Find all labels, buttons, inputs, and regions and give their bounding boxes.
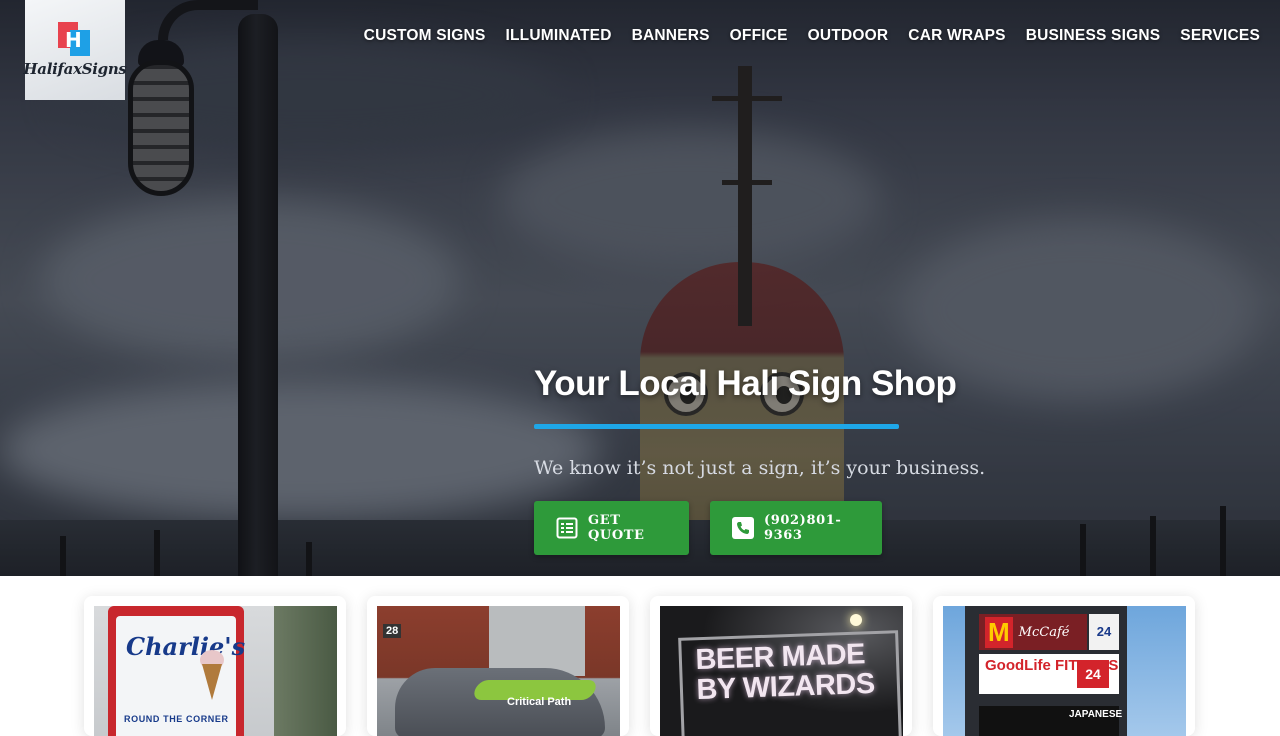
product-cards: Charlie's ROUND THE CORNER 28 Critical P… xyxy=(84,596,1195,736)
phone-icon xyxy=(732,517,754,539)
product-card[interactable]: Charlie's ROUND THE CORNER xyxy=(84,596,346,736)
product-card[interactable]: M McCafé 24 GoodLife FITNESS 24 JAPANESE xyxy=(933,596,1195,736)
site-logo[interactable]: H HalifaxSigns xyxy=(23,0,127,100)
product-card[interactable]: BEER MADE BY WIZARDS xyxy=(650,596,912,736)
get-quote-button[interactable]: GET QUOTE xyxy=(534,501,689,555)
card-sign-subtext: 24 xyxy=(1077,660,1109,688)
card-sign-text: Critical Path xyxy=(507,696,572,708)
card-image-pylon-sign: M McCafé 24 GoodLife FITNESS 24 JAPANESE xyxy=(943,606,1186,736)
nav-item-banners[interactable]: BANNERS xyxy=(632,27,710,45)
nav-item-outdoor[interactable]: OUTDOOR xyxy=(808,27,889,45)
card-sign-subtext: ROUND THE CORNER xyxy=(124,714,229,724)
card-image-charlies-sign: Charlie's ROUND THE CORNER xyxy=(94,606,337,736)
product-card[interactable]: 28 Critical Path xyxy=(367,596,629,736)
nav-item-illuminated[interactable]: ILLUMINATED xyxy=(506,27,612,45)
hero-buttons: GET QUOTE (902)801-9363 xyxy=(534,501,985,555)
card-sign-subtext: 28 xyxy=(383,624,402,638)
hero-subtitle: We know it’s not just a sign, it’s your … xyxy=(534,457,986,479)
phone-button[interactable]: (902)801-9363 xyxy=(710,501,882,555)
nav-item-business-signs[interactable]: BUSINESS SIGNS xyxy=(1026,27,1161,45)
card-image-neon-sign: BEER MADE BY WIZARDS xyxy=(660,606,903,736)
get-quote-label: GET QUOTE xyxy=(588,513,645,543)
logo-text: HalifaxSigns xyxy=(23,60,127,78)
hero-title: Your Local Hali Sign Shop xyxy=(534,364,957,403)
nav-item-custom-signs[interactable]: CUSTOM SIGNS xyxy=(364,27,486,45)
card-image-car-wrap: 28 Critical Path xyxy=(377,606,620,736)
form-icon xyxy=(556,517,578,539)
nav-item-services[interactable]: SERVICES xyxy=(1180,27,1260,45)
hero-banner: H HalifaxSigns CUSTOM SIGNS ILLUMINATED … xyxy=(0,0,1280,576)
hero-content: Your Local Hali Sign Shop We know it’s n… xyxy=(534,364,985,555)
card-sign-subtext: JAPANESE xyxy=(979,706,1122,736)
card-sign-subtext: 24 xyxy=(1089,614,1119,650)
card-sign-text: McCafé xyxy=(1018,624,1070,640)
card-sign-text: BEER MADE BY WIZARDS xyxy=(694,638,876,707)
main-nav: CUSTOM SIGNS ILLUMINATED BANNERS OFFICE … xyxy=(364,27,1260,45)
hero-underline xyxy=(534,424,899,429)
phone-label: (902)801-9363 xyxy=(764,513,842,543)
logo-mark-icon: H xyxy=(58,22,92,56)
card-sign-text: Charlie's xyxy=(126,632,246,661)
nav-item-office[interactable]: OFFICE xyxy=(730,27,788,45)
nav-item-car-wraps[interactable]: CAR WRAPS xyxy=(908,27,1005,45)
